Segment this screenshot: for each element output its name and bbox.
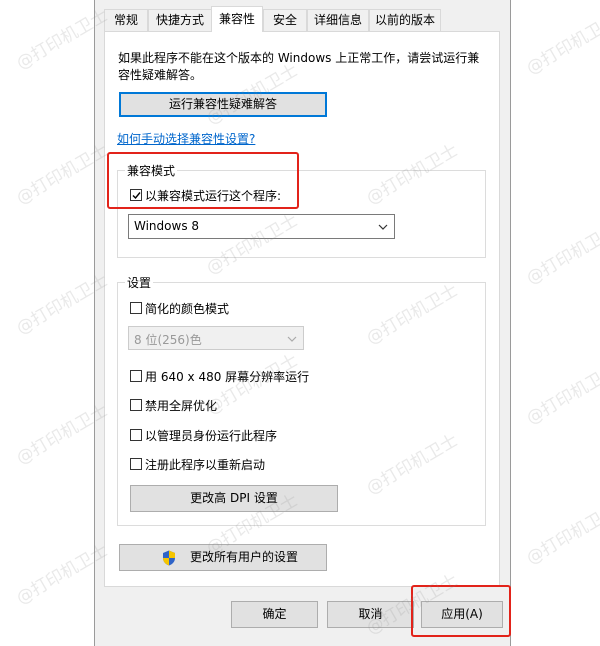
run-as-admin-checkbox[interactable] (130, 429, 142, 441)
tab-general[interactable]: 常规 (104, 9, 148, 31)
tab-details[interactable]: 详细信息 (307, 9, 369, 31)
os-version-select-value: Windows 8 (134, 219, 200, 233)
change-dpi-button[interactable]: 更改高 DPI 设置 (130, 485, 338, 512)
description-line-2: 容性疑难解答。 (118, 68, 203, 82)
register-restart-label[interactable]: 注册此程序以重新启动 (145, 456, 265, 473)
highlight-compat-mode (107, 152, 299, 209)
run-troubleshooter-button[interactable]: 运行兼容性疑难解答 (119, 92, 327, 117)
chevron-down-icon (378, 224, 388, 230)
watermark: @打印机卫士 (523, 220, 600, 289)
res-640-label[interactable]: 用 640 x 480 屏幕分辨率运行 (145, 368, 309, 385)
tab-previous-versions[interactable]: 以前的版本 (369, 9, 441, 31)
color-depth-select[interactable]: 8 位(256)色 (128, 326, 304, 350)
uac-shield-icon (163, 550, 175, 566)
watermark: @打印机卫士 (523, 360, 600, 429)
settings-group-label: 设置 (125, 274, 154, 291)
color-depth-select-value: 8 位(256)色 (134, 333, 202, 347)
register-restart-checkbox[interactable] (130, 458, 142, 470)
change-all-users-button[interactable]: 更改所有用户的设置 (119, 544, 327, 571)
tab-shortcut[interactable]: 快捷方式 (148, 9, 212, 31)
run-as-admin-label[interactable]: 以管理员身份运行此程序 (145, 427, 277, 444)
reduced-color-label[interactable]: 简化的颜色模式 (145, 300, 229, 317)
watermark: @打印机卫士 (523, 10, 600, 79)
watermark: @打印机卫士 (523, 500, 600, 569)
chevron-down-icon (287, 336, 297, 342)
change-all-users-label: 更改所有用户的设置 (189, 550, 298, 564)
description-line-1: 如果此程序不能在这个版本的 Windows 上正常工作，请尝试运行兼 (118, 51, 480, 65)
reduced-color-checkbox[interactable] (130, 302, 142, 314)
disable-fullscreen-checkbox[interactable] (130, 399, 142, 411)
res-640-checkbox[interactable] (130, 370, 142, 382)
tab-security[interactable]: 安全 (263, 9, 307, 31)
cancel-button[interactable]: 取消 (327, 601, 414, 628)
disable-fullscreen-label[interactable]: 禁用全屏优化 (145, 397, 217, 414)
ok-button[interactable]: 确定 (231, 601, 318, 628)
tab-compatibility[interactable]: 兼容性 (211, 6, 263, 32)
os-version-select[interactable]: Windows 8 (128, 214, 395, 239)
highlight-apply (411, 585, 511, 637)
manual-settings-link[interactable]: 如何手动选择兼容性设置? (117, 130, 255, 147)
